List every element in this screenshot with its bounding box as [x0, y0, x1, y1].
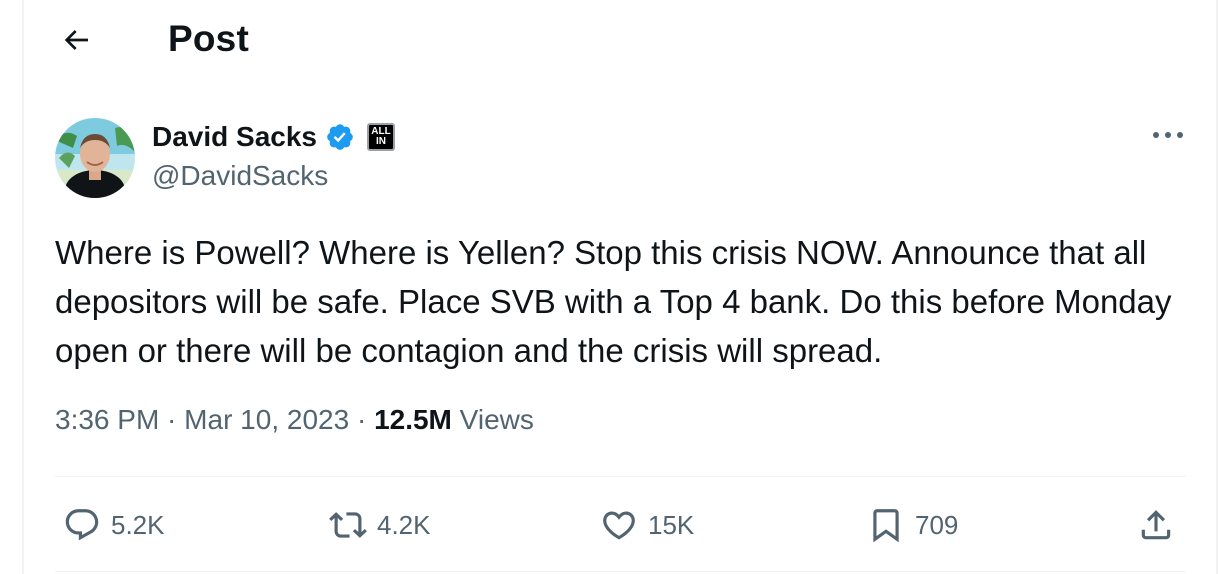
bookmark-count: 709 [915, 509, 959, 540]
share-button[interactable] [1137, 500, 1175, 550]
back-button[interactable] [52, 18, 100, 62]
action-bar: 5.2K 4.2K 15K 709 [55, 500, 1186, 550]
avatar-image [55, 118, 135, 198]
page-title: Post [168, 18, 249, 59]
like-count: 15K [648, 509, 695, 540]
meta-separator: · [159, 404, 185, 435]
share-icon [1141, 510, 1171, 540]
affiliate-badge-line2: IN [376, 136, 386, 147]
tweet-time[interactable]: 3:36 PM [55, 404, 159, 435]
reply-icon [65, 509, 99, 541]
more-dots-icon [1153, 132, 1183, 138]
tweet-text: Where is Powell? Where is Yellen? Stop t… [55, 234, 1172, 369]
page-header: Post [0, 0, 1220, 80]
author-name-row: David Sacks ALL IN [152, 118, 395, 156]
reply-count: 5.2K [111, 509, 165, 540]
verified-badge-icon[interactable] [325, 122, 355, 152]
author-handle[interactable]: @DavidSacks [152, 160, 395, 192]
frame-border-left [22, 0, 24, 574]
repost-button[interactable]: 4.2K [329, 500, 431, 550]
like-button[interactable]: 15K [600, 500, 694, 550]
bookmark-icon [873, 509, 899, 543]
more-options-button[interactable] [1148, 120, 1188, 150]
frame-border-right [1216, 0, 1218, 574]
tweet-meta: 3:36 PM · Mar 10, 2023 · 12.5M Views [55, 404, 534, 436]
author-display-name[interactable]: David Sacks [152, 121, 317, 153]
avatar[interactable] [55, 118, 135, 198]
divider [55, 571, 1186, 572]
author-block: David Sacks ALL IN @DavidSacks [152, 118, 395, 192]
bookmark-button[interactable]: 709 [867, 500, 958, 550]
divider [55, 476, 1186, 477]
views-label: Views [459, 404, 534, 435]
repost-count: 4.2K [377, 509, 431, 540]
arrow-left-icon [64, 30, 88, 50]
repost-icon [329, 512, 367, 538]
affiliate-badge[interactable]: ALL IN [367, 123, 395, 151]
views-count: 12.5M [374, 404, 452, 435]
tweet-date[interactable]: Mar 10, 2023 [184, 404, 349, 435]
heart-icon [603, 511, 635, 540]
reply-button[interactable]: 5.2K [63, 500, 165, 550]
meta-separator: · [349, 404, 375, 435]
